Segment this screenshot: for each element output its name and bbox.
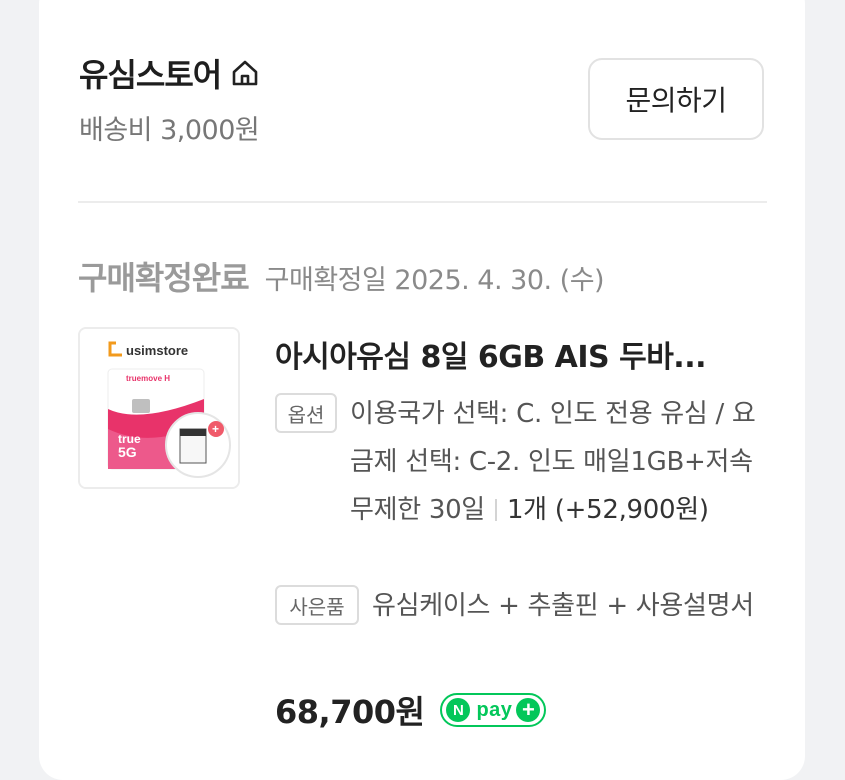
npay-n-icon: N [446,698,471,722]
product-thumbnail[interactable]: usimstore truemove H true 5G + [78,327,240,489]
npay-plus-icon: + [516,698,541,722]
order-status-row: 구매확정완료 구매확정일 2025. 4. 30. (수) [78,253,605,299]
npay-plus-badge: N pay + [440,693,547,727]
thumb-carrier-text: truemove H [126,374,170,383]
quantity-text: 1개 (+52,900원) [506,495,709,525]
product-image: usimstore truemove H true 5G + [80,329,238,487]
store-name[interactable]: 유심스토어 [79,50,222,96]
order-status: 구매확정완료 [78,259,250,297]
gift-text: 유심케이스 + 추출핀 + 사용설명서 [372,591,754,621]
inquiry-button[interactable]: 문의하기 [588,58,764,140]
price-row: 68,700원 N pay + [275,687,547,733]
product-title[interactable]: 아시아유심 8일 6GB AIS 두바... [275,332,755,376]
svg-text:5G: 5G [118,444,137,460]
quantity-separator [494,499,497,521]
gift-badge: 사은품 [275,585,359,625]
option-details: 이용국가 선택: C. 인도 전용 유심 / 요금제 선택: C-2. 인도 매… [350,390,770,534]
confirm-date: 구매확정일 2025. 4. 30. (수) [264,265,605,296]
option-badge: 옵션 [275,393,337,433]
store-header[interactable]: 유심스토어 [79,50,261,96]
order-card: 유심스토어 배송비 3,000원 문의하기 구매확정완료 구매확정일 2025.… [39,0,805,780]
divider [78,201,767,203]
home-icon[interactable] [229,57,261,89]
shipping-fee: 배송비 3,000원 [79,115,260,146]
svg-text:+: + [212,422,219,436]
thumb-brand-text: usimstore [126,343,188,358]
price: 68,700원 [275,693,425,731]
npay-label: pay [476,698,513,721]
